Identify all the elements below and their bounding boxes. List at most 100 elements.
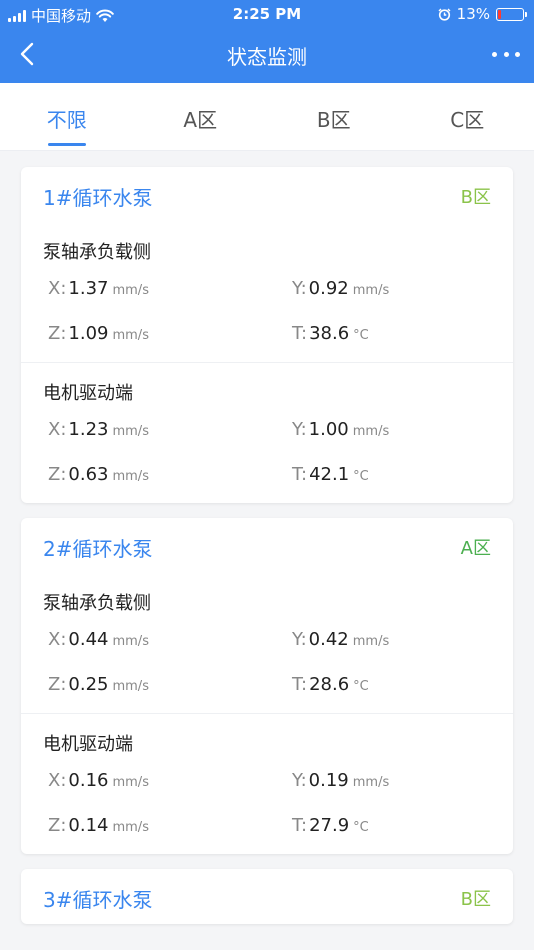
sensor-location: 泵轴承负载侧	[43, 593, 151, 614]
pump-card[interactable]: 1#循环水泵 B区 泵轴承负载侧 X: 1.37 mm/s Y: 0.92 mm/s Z…	[21, 167, 513, 503]
reading-value: 1.37	[68, 278, 109, 299]
reading-row: X: 1.37 mm/s Y: 0.92 mm/s	[21, 266, 513, 311]
reading-unit: mm/s	[112, 775, 149, 790]
reading-value: 28.6	[309, 674, 350, 695]
reading-row: X: 1.23 mm/s Y: 1.00 mm/s	[21, 407, 513, 452]
reading-label: X:	[48, 629, 67, 650]
sensor-location: 泵轴承负载侧	[43, 242, 151, 263]
tab-all[interactable]: 不限	[0, 83, 134, 150]
nav-bar: 状态监测	[0, 28, 534, 83]
reading-label: T:	[292, 323, 308, 344]
sensor-section: 电机驱动端 X: 0.16 mm/s Y: 0.19 mm/s Z: 0.14 mm/s T…	[21, 713, 513, 854]
reading-y: Y: 0.19 mm/s	[267, 770, 513, 791]
reading-t: T: 27.9 °C	[267, 815, 513, 836]
reading-value: 1.09	[68, 323, 109, 344]
reading-z: Z: 1.09 mm/s	[21, 323, 267, 344]
reading-unit: °C	[353, 679, 369, 694]
reading-unit: mm/s	[352, 775, 390, 790]
reading-z: Z: 0.25 mm/s	[21, 674, 267, 695]
reading-unit: °C	[353, 328, 369, 343]
pump-name: 3#循环水泵	[43, 888, 153, 912]
reading-unit: mm/s	[112, 679, 149, 694]
reading-row: X: 0.44 mm/s Y: 0.42 mm/s	[21, 617, 513, 662]
status-right: 13%	[438, 5, 527, 23]
reading-z: Z: 0.14 mm/s	[21, 815, 267, 836]
reading-value: 0.25	[68, 674, 109, 695]
status-bar: 中国移动 2:25 PM 13%	[0, 0, 534, 28]
reading-label: Z:	[48, 464, 67, 485]
zone-badge: B区	[460, 187, 491, 208]
reading-x: X: 0.16 mm/s	[21, 770, 267, 791]
page-title: 状态监测	[227, 45, 307, 69]
reading-unit: mm/s	[352, 424, 390, 439]
reading-unit: mm/s	[352, 634, 390, 649]
reading-label: Z:	[48, 815, 67, 836]
reading-unit: mm/s	[112, 634, 149, 649]
app-screen: 中国移动 2:25 PM 13% 状态监测 不限 A区 B区 C区 1#循环水泵…	[0, 0, 534, 950]
reading-unit: °C	[353, 820, 369, 835]
reading-unit: mm/s	[112, 820, 149, 835]
reading-value: 27.9	[309, 815, 350, 836]
reading-unit: mm/s	[352, 283, 390, 298]
reading-unit: mm/s	[112, 328, 149, 343]
more-dots-icon[interactable]	[492, 42, 520, 66]
reading-row: Z: 1.09 mm/s T: 38.6 °C	[21, 311, 513, 356]
reading-value: 0.44	[68, 629, 109, 650]
zone-tabs: 不限 A区 B区 C区	[0, 83, 534, 151]
reading-label: Z:	[48, 674, 67, 695]
zone-badge: A区	[460, 538, 491, 559]
tab-zone-b[interactable]: B区	[267, 83, 401, 150]
sensor-location: 电机驱动端	[43, 383, 133, 404]
reading-y: Y: 0.92 mm/s	[267, 278, 513, 299]
pump-card[interactable]: 2#循环水泵 A区 泵轴承负载侧 X: 0.44 mm/s Y: 0.42 mm/s Z…	[21, 518, 513, 854]
reading-unit: mm/s	[112, 283, 149, 298]
sensor-section: 泵轴承负载侧 X: 1.37 mm/s Y: 0.92 mm/s Z: 1.09 mm/s …	[21, 222, 513, 362]
reading-row: Z: 0.63 mm/s T: 42.1 °C	[21, 452, 513, 497]
reading-t: T: 42.1 °C	[267, 464, 513, 485]
reading-row: Z: 0.25 mm/s T: 28.6 °C	[21, 662, 513, 707]
pump-name: 2#循环水泵	[43, 537, 153, 561]
sensor-location: 电机驱动端	[43, 734, 133, 755]
reading-label: X:	[48, 278, 67, 299]
alarm-icon	[438, 8, 451, 21]
reading-unit: mm/s	[112, 424, 149, 439]
reading-y: Y: 1.00 mm/s	[267, 419, 513, 440]
reading-value: 0.16	[68, 770, 109, 791]
card-header: 2#循环水泵 A区	[21, 518, 513, 573]
reading-y: Y: 0.42 mm/s	[267, 629, 513, 650]
reading-unit: mm/s	[112, 469, 149, 484]
reading-t: T: 28.6 °C	[267, 674, 513, 695]
pump-name: 1#循环水泵	[43, 186, 153, 210]
sensor-section: 电机驱动端 X: 1.23 mm/s Y: 1.00 mm/s Z: 0.63 mm/s T…	[21, 362, 513, 503]
reading-label: T:	[292, 815, 308, 836]
battery-icon	[496, 7, 527, 21]
reading-label: Y:	[292, 278, 307, 299]
reading-value: 0.42	[308, 629, 349, 650]
reading-t: T: 38.6 °C	[267, 323, 513, 344]
reading-value: 1.00	[308, 419, 349, 440]
reading-value: 0.19	[308, 770, 349, 791]
card-header: 3#循环水泵 B区	[21, 869, 513, 924]
reading-value: 38.6	[309, 323, 350, 344]
reading-value: 42.1	[309, 464, 350, 485]
reading-row: X: 0.16 mm/s Y: 0.19 mm/s	[21, 758, 513, 803]
reading-unit: °C	[353, 469, 369, 484]
reading-row: Z: 0.14 mm/s T: 27.9 °C	[21, 803, 513, 848]
reading-label: T:	[292, 674, 308, 695]
header: 中国移动 2:25 PM 13% 状态监测	[0, 0, 534, 83]
tab-zone-c[interactable]: C区	[401, 83, 534, 150]
card-header: 1#循环水泵 B区	[21, 167, 513, 222]
reading-value: 0.92	[308, 278, 349, 299]
pump-list: 1#循环水泵 B区 泵轴承负载侧 X: 1.37 mm/s Y: 0.92 mm/s Z…	[0, 151, 534, 924]
pump-card[interactable]: 3#循环水泵 B区	[21, 869, 513, 924]
reading-label: Z:	[48, 323, 67, 344]
tab-zone-a[interactable]: A区	[134, 83, 268, 150]
sensor-section: 泵轴承负载侧 X: 0.44 mm/s Y: 0.42 mm/s Z: 0.25 mm/s …	[21, 573, 513, 713]
reading-label: Y:	[292, 629, 307, 650]
reading-label: X:	[48, 770, 67, 791]
reading-label: X:	[48, 419, 67, 440]
reading-x: X: 0.44 mm/s	[21, 629, 267, 650]
reading-x: X: 1.37 mm/s	[21, 278, 267, 299]
zone-badge: B区	[460, 889, 491, 910]
reading-label: T:	[292, 464, 308, 485]
